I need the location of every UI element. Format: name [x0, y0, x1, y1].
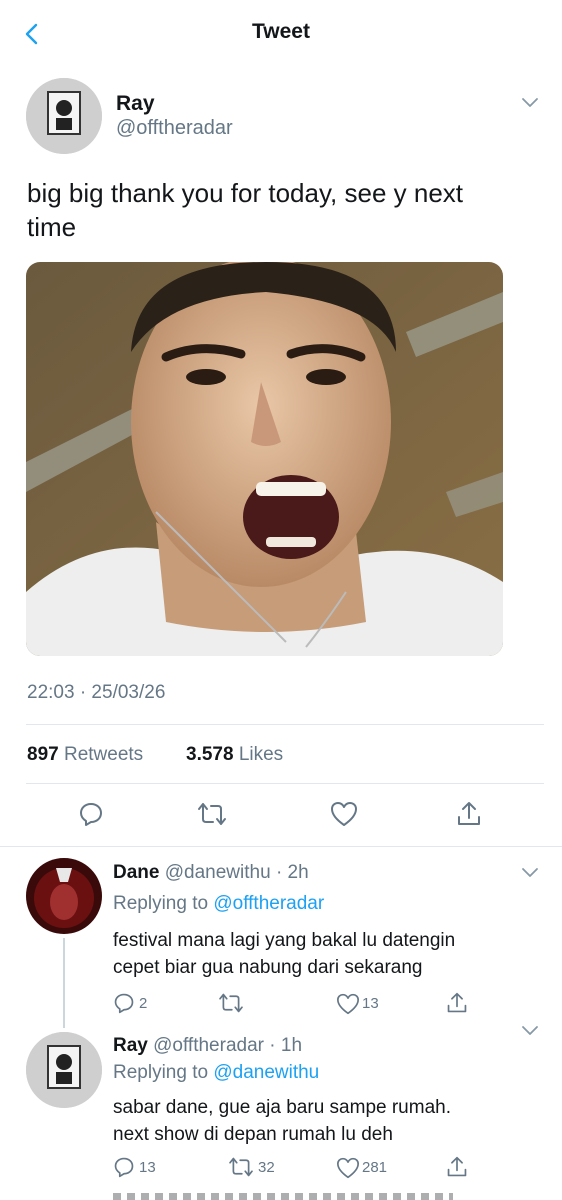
- replying-to-prefix: Replying to: [113, 1062, 209, 1083]
- likes-label: Likes: [238, 744, 284, 765]
- divider: [26, 724, 544, 725]
- share-icon[interactable]: [456, 800, 482, 828]
- reply-header[interactable]: Ray @offtheradar · 1h: [113, 1035, 302, 1057]
- tweet-timestamp: 22:03 · 25/03/26: [27, 682, 166, 703]
- page-title: Tweet: [252, 20, 310, 43]
- avatar[interactable]: [26, 1032, 102, 1108]
- reply-text: sabar dane, gue aja baru sampe rumah. ne…: [113, 1094, 451, 1148]
- retweet-count: 32: [258, 1159, 275, 1176]
- reply-icon[interactable]: [113, 992, 135, 1014]
- reply-author-name: Dane: [113, 862, 160, 883]
- replying-to-link[interactable]: @danewithu: [213, 1062, 319, 1083]
- tweet-photo[interactable]: [26, 262, 503, 656]
- reply-text-line: cepet biar gua nabung dari sekarang: [113, 957, 423, 978]
- retweets-count[interactable]: 897 Retweets: [27, 744, 143, 766]
- reply-time: · 2h: [275, 862, 309, 883]
- divider: [0, 846, 562, 847]
- retweet-icon[interactable]: [218, 992, 244, 1014]
- share-icon[interactable]: [446, 991, 468, 1015]
- chevron-down-icon[interactable]: [520, 96, 540, 110]
- like-heart-icon[interactable]: [336, 993, 360, 1015]
- replying-to-link[interactable]: @offtheradar: [213, 893, 324, 914]
- reply-text: festival mana lagi yang bakal lu datengi…: [113, 927, 455, 981]
- retweets-label: Retweets: [63, 744, 144, 765]
- reply-icon[interactable]: [113, 1156, 135, 1178]
- avatar[interactable]: [26, 858, 102, 934]
- like-count: 13: [362, 995, 379, 1012]
- reply-text-line: next show di depan rumah lu deh: [113, 1124, 393, 1145]
- replying-to-prefix: Replying to: [113, 893, 209, 914]
- reply-author-handle: @danewithu: [164, 862, 271, 883]
- share-icon[interactable]: [446, 1155, 468, 1179]
- retweet-icon[interactable]: [197, 801, 227, 827]
- thread-line: [63, 938, 65, 1028]
- replying-to: Replying to @offtheradar: [113, 893, 324, 915]
- retweets-count-value: 897: [27, 744, 59, 765]
- like-count: 281: [362, 1159, 388, 1176]
- avatar[interactable]: [26, 78, 102, 154]
- reply-count: 13: [139, 1159, 156, 1176]
- reply-author-name: Ray: [113, 1035, 148, 1056]
- likes-count[interactable]: 3.578 Likes: [186, 744, 283, 766]
- likes-count-value: 3.578: [186, 744, 234, 765]
- reply-header[interactable]: Dane @danewithu · 2h: [113, 862, 309, 884]
- reply-author-handle: @offtheradar: [153, 1035, 264, 1056]
- reply-icon[interactable]: [78, 801, 104, 827]
- like-heart-icon[interactable]: [330, 801, 358, 827]
- reply-time: · 1h: [269, 1035, 303, 1056]
- chevron-down-icon[interactable]: [520, 866, 540, 880]
- next-reply-cutoff: [113, 1193, 453, 1200]
- author-handle[interactable]: @offtheradar: [116, 117, 233, 140]
- like-heart-icon[interactable]: [336, 1157, 360, 1179]
- replying-to: Replying to @danewithu: [113, 1062, 319, 1084]
- tweet-text: big big thank you for today, see y next …: [27, 178, 464, 242]
- reply-text-line: sabar dane, gue aja baru sampe rumah.: [113, 1097, 451, 1118]
- divider: [26, 783, 544, 784]
- retweet-icon[interactable]: [228, 1156, 254, 1178]
- author-name[interactable]: Ray: [116, 92, 155, 116]
- reply-count: 2: [139, 995, 148, 1012]
- chevron-down-icon[interactable]: [520, 1024, 540, 1038]
- reply-text-line: festival mana lagi yang bakal lu datengi…: [113, 930, 456, 951]
